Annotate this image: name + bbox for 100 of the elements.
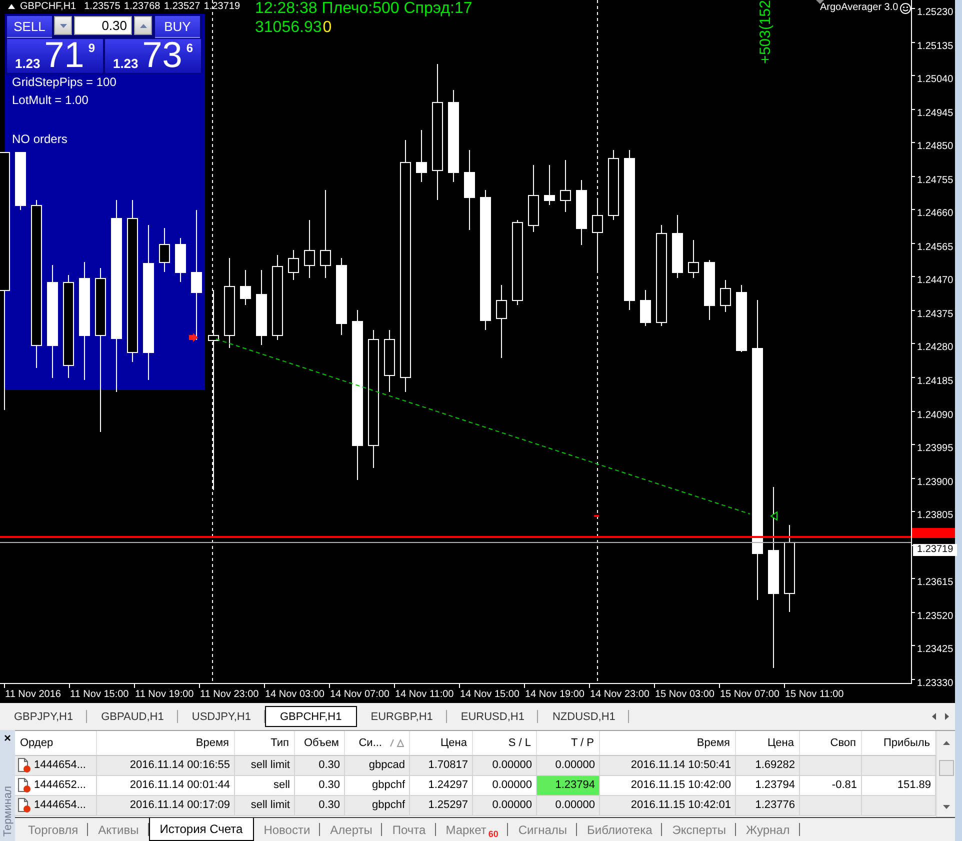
column-header[interactable]: Цена [410,731,473,755]
smiley-icon[interactable] [900,2,912,14]
price-axis-label: 1.24470 [917,275,954,288]
column-header[interactable]: Си... [345,731,410,755]
table-cell: 2016.11.14 00:17:09 [97,796,235,816]
candlestick [720,280,731,312]
arrow-marker-icon [189,333,198,342]
column-header[interactable]: Объем [295,731,345,755]
candlestick [544,164,555,206]
scrollbar-thumb[interactable] [938,760,954,776]
lot-size-field[interactable]: 0.30 [74,16,132,35]
terminal-tab[interactable]: Алерты [320,818,382,841]
table-cell: 0.00000 [473,796,537,816]
terminal-tab[interactable]: История Счета [148,818,254,841]
terminal-tab[interactable]: Эксперты [662,818,736,841]
chart-tab[interactable]: GBPCHF,H1 [264,706,357,727]
time-axis-label: 15 Nov 07:00 [720,689,780,700]
column-header[interactable]: Цена [736,731,800,755]
candlestick [416,130,427,182]
scroll-up-icon[interactable] [942,741,950,745]
table-cell: 0.30 [295,756,345,776]
column-header[interactable]: T / P [537,731,600,755]
time-axis-label: 14 Nov 03:00 [265,689,324,700]
table-row[interactable]: 1444654... 2016.11.14 00:16:55 sell limit 0.30 gbpcad 1.70817 0.00000 0.00000 2016.11.14 10:50:41 1.69282 [15,756,936,776]
price-axis-label: 1.23995 [917,443,954,456]
terminal-tab[interactable]: Сигналы [508,818,578,841]
candlestick [304,220,315,278]
time-axis-label: 11 Nov 19:00 [135,689,194,700]
price-axis-label: 1.23900 [917,476,954,489]
terminal-tab[interactable]: Активы [88,818,149,841]
time-axis-label: 11 Nov 23:00 [200,689,259,700]
terminal-tab[interactable]: Почта [382,818,436,841]
notification-count: 60 [488,829,498,839]
terminal-tab[interactable]: Библиотека [577,818,662,841]
profit-label: +503(152 [759,0,773,64]
balance-text: 31056.93 [255,19,322,37]
chart-symbol: GBPCHF,H1 [20,0,76,12]
candlestick [175,238,186,282]
chart-tab[interactable]: GBPAUD,H1 [87,706,178,727]
document-icon [18,758,31,773]
document-icon [18,798,31,813]
table-cell: 1.23794 [537,776,600,796]
terminal-tab[interactable]: Новости [254,818,320,841]
table-cell: sell limit [235,796,295,816]
column-header[interactable]: Ордер [15,731,97,755]
table-cell: 1.70817 [410,756,473,776]
column-header[interactable]: Время [600,731,736,755]
candlestick [576,180,587,246]
scroll-right-icon[interactable] [945,713,949,720]
parameter-text: GridStepPips = 100 [12,74,116,91]
candlestick [384,330,395,392]
chart-tab[interactable]: EURUSD,H1 [446,706,538,727]
sell-button[interactable]: SELL [7,16,52,38]
chart-tab[interactable]: GBPJPY,H1 [0,706,88,727]
terminal-tab[interactable]: Торговля [18,818,88,841]
status-line-text: 12:28:38 Плечо:500 Спрэд:17 [255,0,472,18]
parameter-text: LotMult = 1.00 [12,92,88,109]
column-header[interactable]: Тип [235,731,295,755]
expert-name: ArgoAverager 3.0 [820,2,898,14]
price-axis-label: 1.24375 [917,308,954,321]
price-axis-label: 1.23520 [917,610,954,623]
ask-price-tag [912,528,955,538]
order-id: 1444652... [34,778,86,793]
chart-tab[interactable]: USDJPY,H1 [178,706,265,727]
column-header[interactable]: Время [97,731,235,755]
price-axis-label: 1.24280 [917,342,954,354]
chart-tab[interactable]: EURGBP,H1 [356,706,447,727]
close-button[interactable]: × [4,732,11,744]
price-axis-label: 1.25040 [917,74,954,86]
lot-increase-button[interactable] [134,16,152,35]
triangle-marker-icon [770,511,778,521]
candlestick [15,152,26,210]
price-axis-label: 1.24755 [917,174,954,187]
caret-up-icon [140,24,146,28]
table-cell: 2016.11.14 00:16:55 [97,756,235,776]
column-header[interactable]: Своп [800,731,862,755]
scrollbar[interactable] [936,731,955,817]
buy-button[interactable]: BUY [155,16,200,38]
table-cell: 1.23776 [736,796,800,816]
time-axis-label: 14 Nov 23:00 [590,689,650,700]
table-cell: sell limit [235,756,295,776]
price-axis-label: 1.24185 [917,376,954,388]
terminal-tab[interactable]: Журнал [736,818,800,841]
lot-decrease-button[interactable] [54,16,72,35]
current-price-label: 1.23719 [913,544,958,556]
table-row[interactable]: 1444654... 2016.11.14 00:17:09 sell limit 0.30 gbpchf 1.25297 0.00000 0.00000 2016.11.15 10:42:01 1.23776 [15,796,936,816]
scroll-left-icon[interactable] [932,713,936,720]
table-cell: 0.00000 [537,796,600,816]
chart-tab[interactable]: NZDUSD,H1 [538,706,630,727]
price-axis-label: 1.25230 [917,7,954,19]
candlestick [560,160,571,212]
triangle-icon[interactable] [8,4,15,8]
price-axis-label: 1.23805 [917,510,954,522]
counter-text: 0 [322,19,332,37]
scroll-down-icon[interactable] [942,805,950,809]
sort-icon [390,739,404,747]
ohlc-values: 1.23575 1.23768 1.23527 1.23719 [84,0,240,12]
document-icon [18,778,31,793]
column-header[interactable]: S / L [473,731,537,755]
table-cell: 1.25297 [410,796,473,816]
